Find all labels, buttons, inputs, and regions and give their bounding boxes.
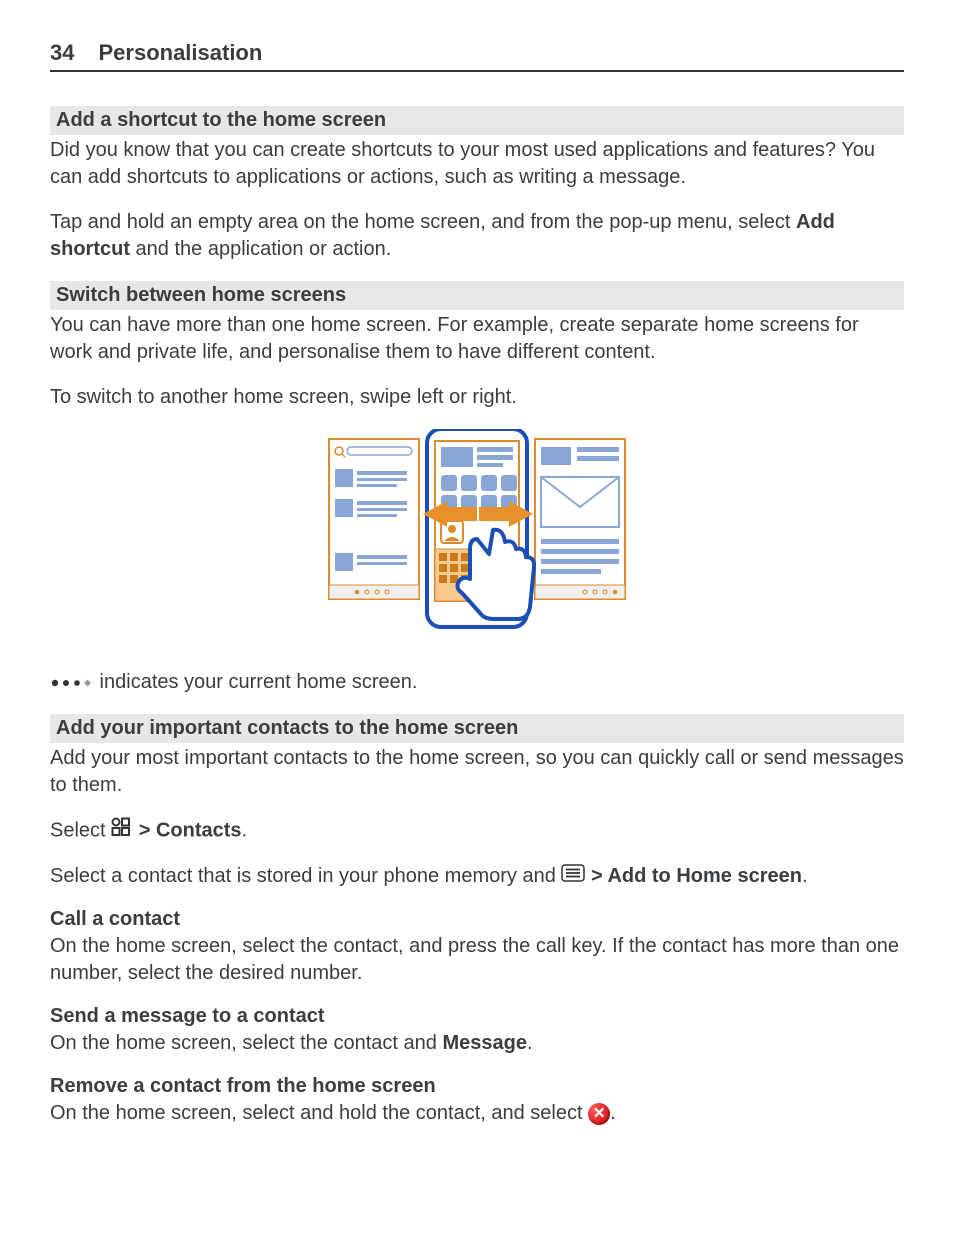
page-title: Personalisation bbox=[98, 40, 262, 66]
shortcut-p2c: and the application or action. bbox=[130, 238, 391, 260]
send-p-b: Message bbox=[442, 1032, 527, 1054]
swipe-illustration bbox=[50, 429, 904, 659]
switch-p2: To switch to another home screen, swipe … bbox=[50, 384, 904, 411]
contacts-mem-arrow: > bbox=[585, 865, 607, 887]
contacts-select-d: . bbox=[242, 820, 248, 842]
remove-x-icon: ✕ bbox=[588, 1103, 610, 1125]
shortcut-p2: Tap and hold an empty area on the home s… bbox=[50, 209, 904, 263]
section-heading-shortcut: Add a shortcut to the home screen bbox=[50, 106, 904, 135]
contacts-select-arrow: > bbox=[133, 820, 156, 842]
shortcut-p2a: Tap and hold an empty area on the home s… bbox=[50, 211, 796, 233]
call-p: On the home screen, select the contact, … bbox=[50, 933, 904, 987]
contacts-select-a: Select bbox=[50, 820, 111, 842]
switch-caption: indicates your current home screen. bbox=[50, 669, 904, 696]
page-dots-icon bbox=[50, 669, 94, 696]
contacts-p1: Add your most important contacts to the … bbox=[50, 745, 904, 799]
remove-p-c: . bbox=[610, 1102, 616, 1124]
switch-caption-text: indicates your current home screen. bbox=[94, 671, 418, 693]
contacts-memory: Select a contact that is stored in your … bbox=[50, 863, 904, 890]
contacts-mem-d: . bbox=[802, 865, 808, 887]
send-p-c: . bbox=[527, 1032, 533, 1054]
subheading-send: Send a message to a contact bbox=[50, 1005, 904, 1028]
subheading-remove: Remove a contact from the home screen bbox=[50, 1075, 904, 1098]
remove-p-a: On the home screen, select and hold the … bbox=[50, 1102, 588, 1124]
contacts-select-c: Contacts bbox=[156, 820, 242, 842]
send-p: On the home screen, select the contact a… bbox=[50, 1030, 904, 1057]
contacts-mem-c: Add to Home screen bbox=[607, 865, 801, 887]
remove-p: On the home screen, select and hold the … bbox=[50, 1100, 904, 1127]
contacts-select: Select > Contacts. bbox=[50, 817, 904, 845]
send-p-a: On the home screen, select the contact a… bbox=[50, 1032, 442, 1054]
contacts-mem-a: Select a contact that is stored in your … bbox=[50, 865, 561, 887]
page-number: 34 bbox=[50, 40, 74, 66]
options-menu-icon bbox=[561, 863, 585, 890]
section-heading-contacts: Add your important contacts to the home … bbox=[50, 714, 904, 743]
subheading-call: Call a contact bbox=[50, 908, 904, 931]
manual-page: 34 Personalisation Add a shortcut to the… bbox=[0, 0, 954, 1258]
section-heading-switch: Switch between home screens bbox=[50, 281, 904, 310]
apps-menu-icon bbox=[111, 817, 133, 845]
page-header: 34 Personalisation bbox=[50, 40, 904, 72]
switch-p1: You can have more than one home screen. … bbox=[50, 312, 904, 366]
shortcut-p1: Did you know that you can create shortcu… bbox=[50, 137, 904, 191]
